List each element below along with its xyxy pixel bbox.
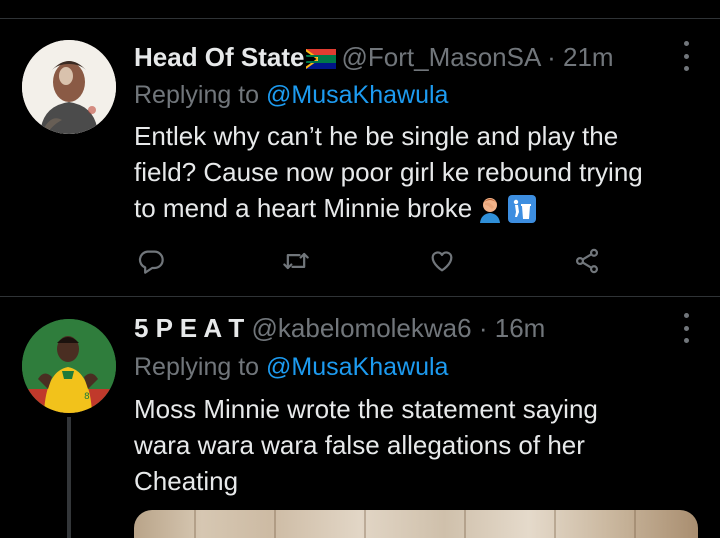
thread-connector (67, 417, 71, 538)
south-africa-flag-icon (305, 43, 336, 77)
reply-mention-link[interactable]: @MusaKhawula (266, 81, 448, 109)
tweet-actions (134, 244, 604, 278)
avatar-image: 8 (22, 319, 116, 413)
like-icon[interactable] (425, 244, 459, 278)
timestamp[interactable]: 21m (563, 42, 614, 72)
tweet-text-fragment: to mend a heart Minnie broke (134, 193, 473, 223)
litter-in-bin-icon (508, 195, 537, 232)
separator-dot: · (478, 313, 488, 343)
display-name[interactable]: 5 P E A T (134, 313, 244, 343)
replying-to: Replying to @MusaKhawula (134, 350, 448, 384)
person-facepalming-icon (476, 195, 504, 232)
separator-dot: · (547, 42, 556, 72)
avatar-image (22, 40, 116, 134)
timestamp[interactable]: 16m (495, 313, 546, 343)
tweet-text: Entlek why can’t he be single and play t… (134, 118, 704, 232)
tweet-media-image[interactable] (134, 510, 698, 538)
replying-to-label: Replying to (134, 353, 260, 381)
tweet-text-line: Cheating (134, 466, 239, 496)
avatar[interactable]: 8 (22, 319, 116, 413)
replying-to: Replying to @MusaKhawula (134, 78, 448, 112)
reply-mention-link[interactable]: @MusaKhawula (266, 353, 448, 381)
share-icon[interactable] (570, 244, 604, 278)
avatar[interactable] (22, 40, 116, 134)
display-name[interactable]: Head Of State (134, 42, 305, 72)
tweet-text-line: field? Cause now poor girl ke rebound tr… (134, 157, 643, 187)
tweet-text: Moss Minnie wrote the statement saying w… (134, 391, 704, 499)
tweet-text-line: Moss Minnie wrote the statement saying (134, 394, 598, 424)
reply-icon[interactable] (134, 244, 168, 278)
tweet-1[interactable]: Head Of State @Fort_MasonSA · 21m Replyi… (0, 0, 720, 296)
tweet-2[interactable]: 8 5 P E A T @kabelomolekwa6 · 16m Replyi… (0, 297, 720, 538)
more-options-icon[interactable] (680, 313, 692, 343)
tweet-header: Head Of State @Fort_MasonSA · 21m (134, 40, 660, 74)
retweet-icon[interactable] (279, 244, 313, 278)
svg-text:8: 8 (84, 392, 90, 402)
replying-to-label: Replying to (134, 81, 260, 109)
tweet-header: 5 P E A T @kabelomolekwa6 · 16m (134, 311, 660, 345)
user-handle[interactable]: @Fort_MasonSA (342, 42, 540, 72)
more-options-icon[interactable] (680, 41, 692, 71)
user-handle[interactable]: @kabelomolekwa6 (252, 313, 472, 343)
tweet-text-line-with-emoji: to mend a heart Minnie broke (134, 190, 704, 232)
tweet-text-line: wara wara wara false allegations of her (134, 430, 585, 460)
tweet-text-line: Entlek why can’t he be single and play t… (134, 121, 619, 151)
